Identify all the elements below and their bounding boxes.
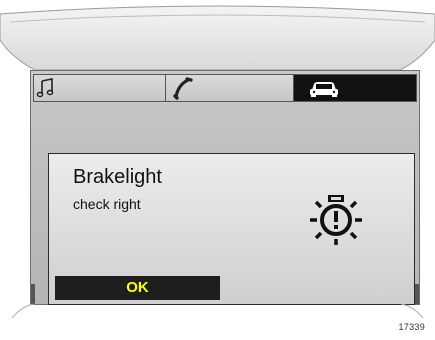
message-title: Brakelight [73,166,162,188]
car-icon [310,82,338,97]
info-display: Brakelight check right OK [30,70,420,305]
instrument-display-stage: Brakelight check right OK 17339 [0,0,435,340]
display-base-curve [11,303,424,319]
tab-vehicle[interactable] [294,75,416,101]
tab-audio[interactable] [34,75,166,101]
music-note-icon [36,78,54,98]
figure-reference-number: 17339 [398,322,425,332]
tab-bar [33,74,417,102]
message-panel: Brakelight check right OK [48,153,415,305]
message-subtitle: check right [73,196,141,212]
tab-phone[interactable] [166,75,294,101]
phone-handset-icon [173,77,193,100]
display-hood [0,5,435,71]
bulb-warning-icon [310,195,362,245]
